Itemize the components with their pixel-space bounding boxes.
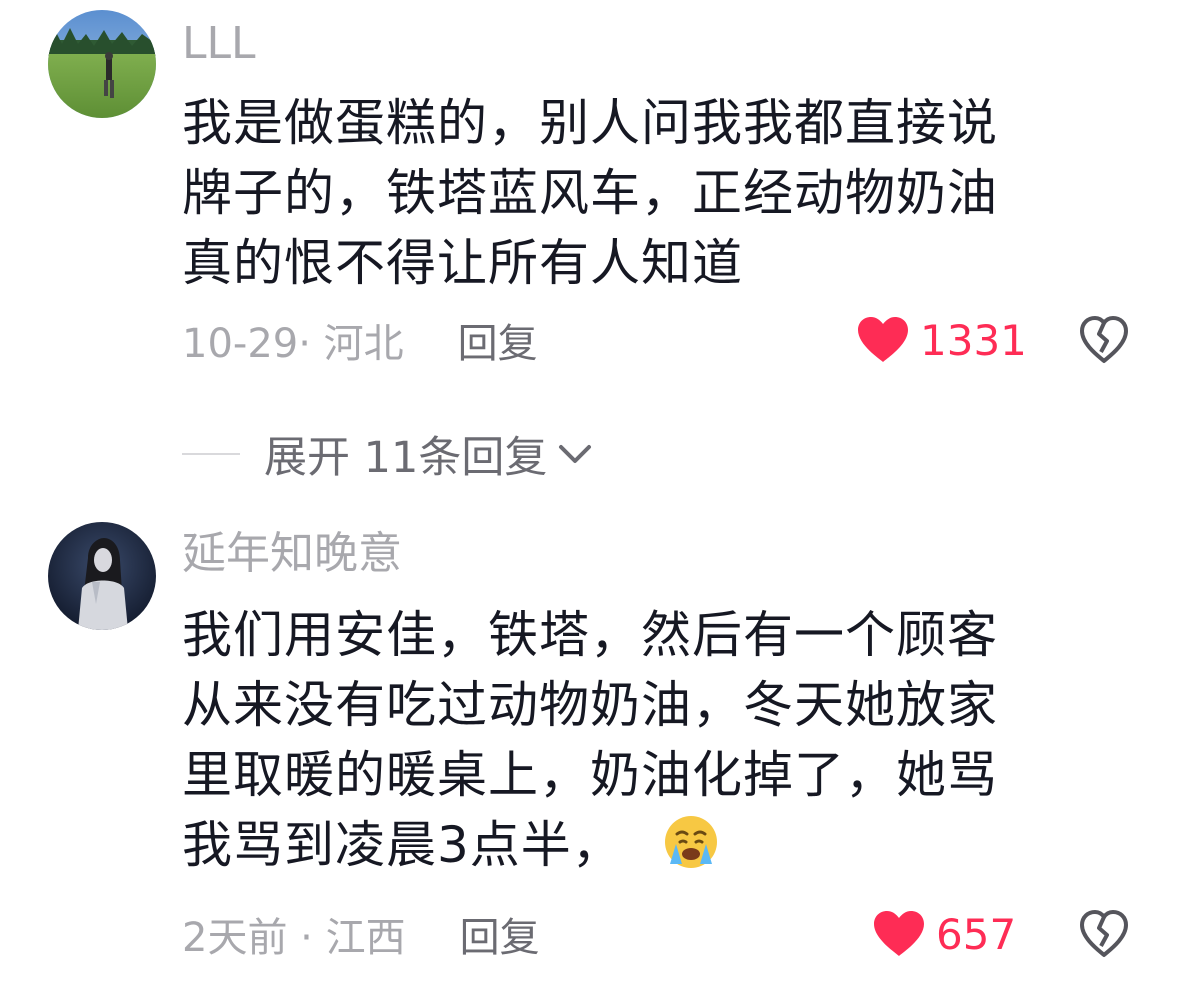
broken-heart-icon: [1080, 316, 1128, 363]
comment-username[interactable]: 延年知晚意: [182, 528, 402, 580]
divider: [182, 453, 240, 455]
reply-button[interactable]: 回复: [458, 311, 538, 369]
like-button[interactable]: 1331: [856, 312, 1027, 368]
comment-text-line-last: 我骂到凌晨3点半，: [182, 810, 1112, 880]
like-count: 657: [936, 909, 1017, 959]
comment-username[interactable]: LLL: [182, 18, 256, 70]
comment-time-location: 10-29· 河北: [182, 321, 404, 367]
reply-button[interactable]: 回复: [460, 905, 540, 963]
comment-text: 我是做蛋糕的，别人问我我都直接说 牌子的，铁塔蓝风车，正经动物奶油 真的恨不得让…: [182, 88, 1112, 298]
dislike-button[interactable]: [1078, 908, 1130, 960]
like-button[interactable]: 657: [872, 906, 1016, 962]
comment-time-location: 2天前 · 江西: [182, 915, 406, 961]
comment-text-line: 真的恨不得让所有人知道: [182, 234, 743, 292]
broken-heart-icon: [1080, 910, 1128, 957]
heart-icon: [858, 317, 908, 362]
comment-text-line: 我们用安佳，铁塔，然后有一个顾客: [182, 606, 998, 664]
heart-icon: [874, 911, 924, 956]
comment-meta: 2天前 · 江西 回复: [182, 906, 540, 962]
night-portrait-avatar: [48, 522, 156, 630]
comment-text-line: 从来没有吃过动物奶油，冬天她放家: [182, 676, 998, 734]
avatar[interactable]: [48, 522, 156, 630]
comment-text: 我们用安佳，铁塔，然后有一个顾客 从来没有吃过动物奶油，冬天她放家 里取暖的暖桌…: [182, 600, 1112, 880]
expand-replies-label: 展开 11条回复: [264, 433, 548, 483]
comment-text-line: 我是做蛋糕的，别人问我我都直接说: [182, 94, 998, 152]
meadow-photo-avatar: [48, 10, 156, 118]
expand-replies-button[interactable]: 展开 11条回复: [182, 426, 595, 483]
comment-text-line: 里取暖的暖桌上，奶油化掉了，她骂: [182, 746, 998, 804]
avatar[interactable]: [48, 10, 156, 118]
like-count: 1331: [920, 315, 1027, 365]
comment-meta: 10-29· 河北 回复: [182, 312, 538, 368]
chevron-down-icon: [559, 445, 592, 463]
dislike-button[interactable]: [1078, 314, 1130, 366]
comment-text-line: 牌子的，铁塔蓝风车，正经动物奶油: [182, 164, 998, 222]
crying-face-emoji: [664, 816, 717, 868]
comment-text-fragment: 我骂到凌晨3点半，: [182, 816, 623, 874]
